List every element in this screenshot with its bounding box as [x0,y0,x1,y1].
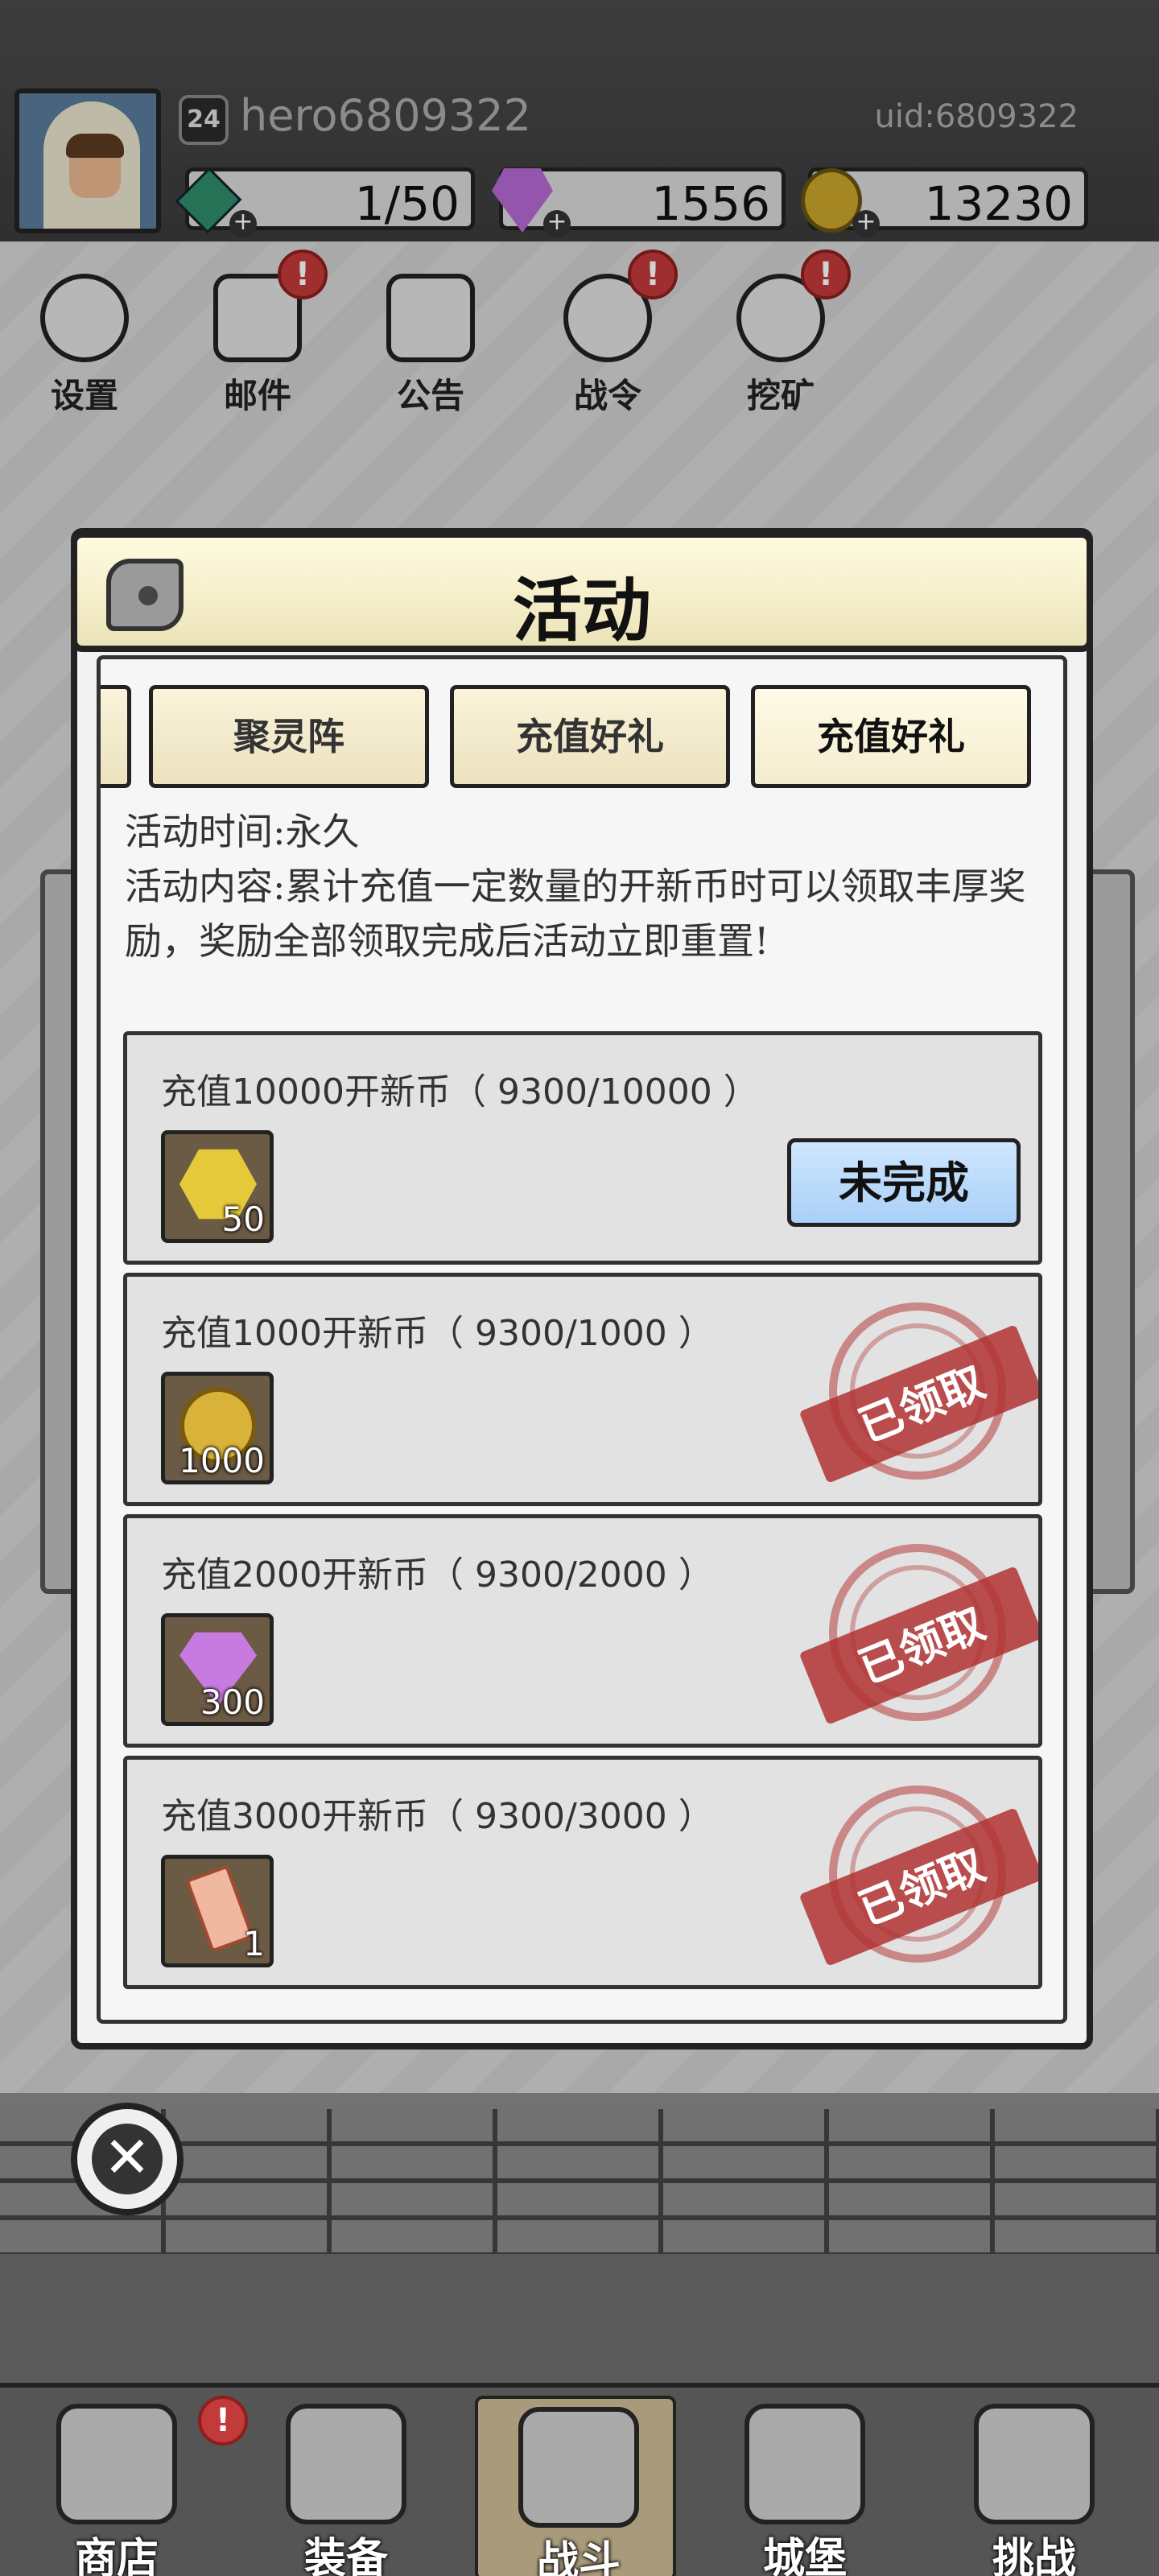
reward-quantity: 1000 [179,1441,265,1480]
close-button[interactable]: ✕ [71,2103,184,2215]
bottom-nav: 商店 ! 装备 战斗 城堡 挑战 [0,2383,1159,2576]
reward-quantity: 1 [243,1924,265,1963]
reward-row: 充值1000开新币（ 9300/1000 ） 1000 已领取 [123,1273,1042,1506]
tab-recharge-gift-2[interactable]: 充值好礼 [751,685,1031,788]
nav-castle[interactable]: 城堡 [704,2396,905,2576]
modal-title: 活动 [513,570,651,651]
claimed-stamp: 已领取 [798,1785,1038,1979]
nav-equipment[interactable]: 装备 [245,2396,447,2576]
nav-shop-label: 商店 [74,2534,159,2576]
close-icon: ✕ [92,2124,163,2194]
modal-title-bar: 活动 [71,531,1093,652]
nav-challenge[interactable]: 挑战 [934,2396,1135,2576]
shield-icon [974,2404,1095,2524]
nav-castle-label: 城堡 [762,2534,847,2576]
nav-challenge-label: 挑战 [992,2534,1076,2576]
reward-item[interactable]: 50 [161,1130,274,1243]
incomplete-button[interactable]: 未完成 [787,1138,1021,1227]
activity-content: 活动内容:累计充值一定数量的开新币时可以领取丰厚奖励，奖励全部领取完成后活动立即… [125,865,1026,963]
claimed-stamp: 已领取 [798,1302,1038,1496]
tab-previous[interactable] [101,685,131,788]
castle-icon [744,2404,865,2524]
modal-content: 聚灵阵 充值好礼 充值好礼 活动时间:永久 活动内容:累计充值一定数量的开新币时… [97,655,1067,2024]
reward-title: 充值10000开新币（ 9300/10000 ） [161,1071,759,1113]
nav-battle-label: 战斗 [536,2537,621,2576]
crossed-swords-icon [518,2407,639,2528]
activity-description: 活动时间:永久 活动内容:累计充值一定数量的开新币时可以领取丰厚奖励，奖励全部领… [125,804,1050,968]
reward-row: 充值10000开新币（ 9300/10000 ） 50 未完成 [123,1031,1042,1265]
reward-quantity: 50 [221,1199,265,1239]
activity-time: 活动时间:永久 [125,810,360,853]
claimed-stamp: 已领取 [798,1544,1038,1737]
shop-icon [56,2404,177,2524]
reward-item[interactable]: 300 [161,1613,274,1726]
activity-modal: 活动 聚灵阵 充值好礼 充值好礼 活动时间:永久 活动内容:累计充值一定数量的开… [71,528,1093,2050]
tab-gathering-array[interactable]: 聚灵阵 [149,685,429,788]
reward-item[interactable]: 1 [161,1855,274,1967]
nav-equipment-label: 装备 [303,2534,388,2576]
backpack-icon [286,2404,406,2524]
nav-shop[interactable]: 商店 ! [16,2396,248,2576]
reward-title: 充值3000开新币（ 9300/3000 ） [161,1796,714,1837]
reward-item[interactable]: 1000 [161,1372,274,1484]
tab-recharge-gift-1[interactable]: 充值好礼 [450,685,730,788]
reward-title: 充值1000开新币（ 9300/1000 ） [161,1313,714,1354]
nav-battle[interactable]: 战斗 [475,2396,676,2576]
reward-quantity: 300 [200,1682,265,1722]
shop-badge: ! [198,2396,248,2446]
reward-row: 充值3000开新币（ 9300/3000 ） 1 已领取 [123,1756,1042,1989]
reward-row: 充值2000开新币（ 9300/2000 ） 300 已领取 [123,1514,1042,1748]
reward-title: 充值2000开新币（ 9300/2000 ） [161,1554,714,1596]
